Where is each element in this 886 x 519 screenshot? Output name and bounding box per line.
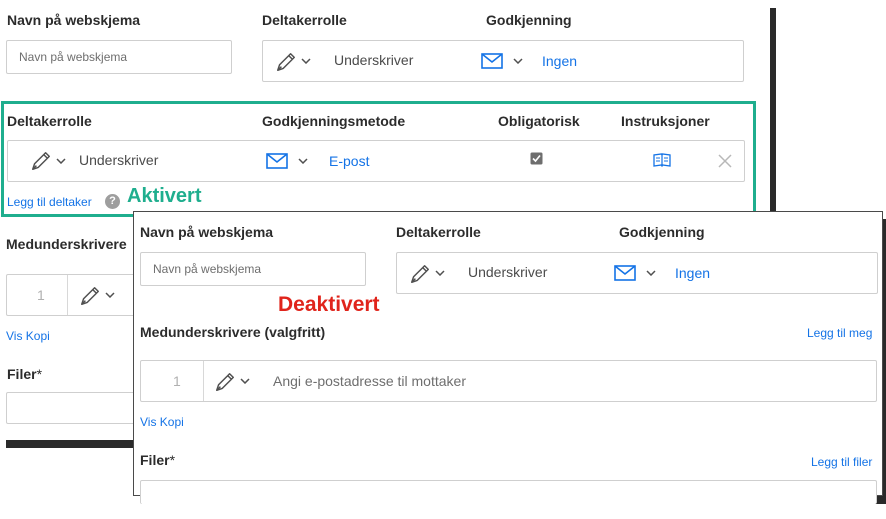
chevron-down-icon[interactable]	[298, 158, 308, 164]
chevron-down-icon[interactable]	[646, 270, 656, 276]
pen-icon[interactable]	[409, 263, 431, 285]
enabled-annotation-text: Aktivert	[127, 185, 202, 207]
form-name-placeholder: Navn på webskjema	[153, 262, 262, 276]
disabled-annotation-text: Deaktivert	[278, 293, 380, 316]
add-files-link[interactable]: Legg til filer	[811, 455, 872, 469]
role-label: Deltakerrolle	[396, 224, 481, 240]
chevron-down-icon[interactable]	[435, 270, 445, 276]
pen-icon[interactable]	[275, 51, 297, 73]
cosigner-row: 1 Angi e-postadresse til mottaker	[140, 360, 877, 402]
front-form-panel: Navn på webskjema Navn på webskjema Delt…	[133, 211, 883, 504]
help-icon[interactable]: ?	[105, 194, 120, 209]
book-icon[interactable]	[653, 153, 671, 167]
row-number: 1	[173, 373, 181, 389]
chevron-down-icon[interactable]	[513, 58, 523, 64]
pen-icon[interactable]	[30, 150, 52, 172]
form-name-label: Navn på webskjema	[140, 224, 274, 240]
header-auth-method: Godkjenningsmetode	[262, 113, 406, 129]
cosigners-label: Medunderskrivere (valgfritt)	[140, 324, 326, 340]
header-required: Obligatorisk	[498, 113, 580, 129]
role-label: Deltakerrolle	[262, 12, 347, 28]
checkbox-icon[interactable]	[530, 152, 543, 165]
role-auth-row: Underskriver Ingen	[396, 252, 878, 294]
chevron-down-icon[interactable]	[105, 292, 115, 298]
files-label: Filer*	[140, 452, 175, 468]
email-input[interactable]: Angi e-postadresse til mottaker	[273, 373, 466, 389]
form-name-placeholder: Navn på webskjema	[19, 50, 128, 64]
chevron-down-icon[interactable]	[240, 378, 250, 384]
auth-label: Godkjenning	[486, 12, 572, 28]
header-role: Deltakerrolle	[7, 113, 92, 129]
role-value[interactable]: Underskriver	[468, 264, 547, 280]
add-me-link[interactable]: Legg til meg	[807, 326, 872, 340]
chevron-down-icon[interactable]	[301, 58, 311, 64]
participant-row: Underskriver E-post	[7, 140, 745, 182]
auth-label: Godkjenning	[619, 224, 705, 240]
row-number: 1	[37, 287, 45, 303]
form-name-input[interactable]: Navn på webskjema	[140, 252, 366, 286]
required-mark: *	[36, 366, 43, 382]
show-copy-link[interactable]: Vis Kopi	[6, 329, 50, 343]
auth-value[interactable]: Ingen	[675, 265, 710, 281]
cosigners-label: Medunderskrivere	[6, 236, 127, 252]
files-dropzone[interactable]	[6, 392, 136, 424]
files-label-text: Filer	[7, 366, 37, 382]
mail-icon[interactable]	[481, 53, 503, 69]
add-participant-link[interactable]: Legg til deltaker	[7, 195, 92, 209]
files-label: Filer*	[7, 366, 42, 382]
mail-icon[interactable]	[614, 265, 636, 281]
close-icon[interactable]	[718, 154, 732, 168]
files-dropzone[interactable]	[140, 480, 877, 504]
auth-value[interactable]: Ingen	[542, 53, 577, 69]
pen-icon[interactable]	[214, 371, 236, 393]
header-instructions: Instruksjoner	[621, 113, 710, 129]
enabled-participant-section: Deltakerrolle Godkjenningsmetode Obligat…	[1, 101, 756, 217]
role-value[interactable]: Underskriver	[79, 152, 158, 168]
disabled-annotation: Deaktivert	[278, 293, 380, 317]
enabled-annotation: Aktivert	[127, 185, 201, 208]
mail-icon[interactable]	[266, 153, 288, 169]
role-auth-row: Underskriver Ingen	[262, 40, 744, 82]
files-label-text: Filer	[140, 452, 170, 468]
form-name-label: Navn på webskjema	[7, 12, 141, 28]
chevron-down-icon[interactable]	[56, 158, 66, 164]
cosigner-row: 1	[6, 274, 136, 316]
pen-icon[interactable]	[79, 285, 101, 307]
required-mark: *	[169, 452, 176, 468]
auth-method-value[interactable]: E-post	[329, 153, 369, 169]
role-value[interactable]: Underskriver	[334, 52, 413, 68]
form-name-input[interactable]: Navn på webskjema	[6, 40, 232, 74]
show-copy-link[interactable]: Vis Kopi	[140, 415, 184, 429]
